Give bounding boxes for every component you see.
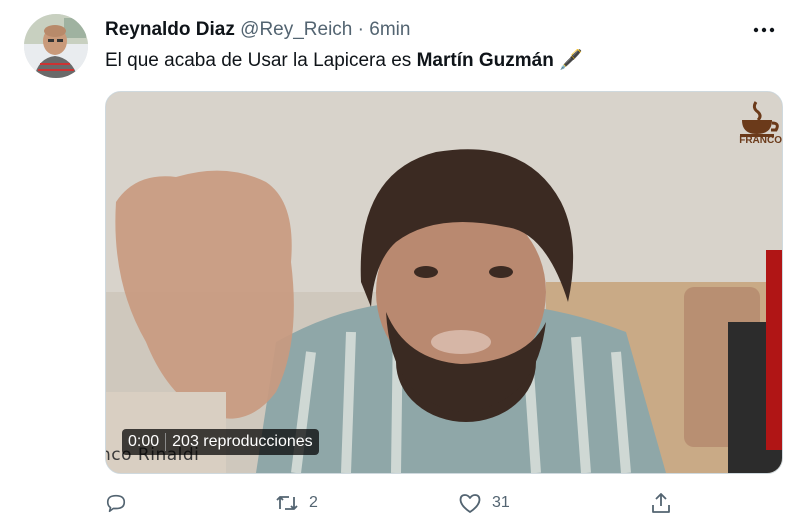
video-view-count: 203 reproducciones (172, 433, 313, 450)
avatar-photo (24, 14, 88, 78)
like-icon (459, 494, 481, 513)
retweet-count: 2 (309, 494, 318, 511)
share-icon (652, 493, 670, 513)
tweet-actions: 2 31 (105, 487, 781, 519)
tweet-time[interactable]: 6min (369, 19, 410, 40)
more-button[interactable] (750, 18, 778, 42)
tweet-text: El que acaba de Usar la Lapicera es Mart… (105, 48, 583, 74)
reply-icon (106, 494, 126, 513)
tweet-text-prefix: El que acaba de Usar la Lapicera es (105, 50, 417, 71)
retweet-button[interactable]: 2 (275, 487, 318, 519)
share-button[interactable] (650, 487, 672, 519)
dot-separator: · (357, 19, 364, 40)
retweet-icon (276, 496, 298, 510)
coffee-cup-icon (740, 101, 779, 137)
like-count: 31 (492, 494, 510, 511)
avatar[interactable] (24, 14, 88, 78)
divider (165, 433, 167, 451)
video-elapsed-time: 0:00 (128, 433, 160, 450)
video-frame (106, 92, 782, 473)
tweet-text-bold: Martín Guzmán (416, 50, 554, 71)
author-handle[interactable]: @Rey_Reich (240, 19, 352, 40)
pen-emoji: 🖋️ (559, 50, 583, 71)
channel-logo-text: FRANCO (739, 135, 782, 146)
more-icon (753, 27, 775, 33)
like-button[interactable]: 31 (458, 487, 510, 519)
video-stats-bar: 0:00 203 reproducciones (122, 429, 319, 455)
video-player[interactable]: FRANCO nco Rinaldi 0:00 203 reproduccion… (105, 91, 783, 474)
author-name[interactable]: Reynaldo Diaz (105, 19, 235, 40)
reply-button[interactable] (105, 487, 137, 519)
tweet-header: Reynaldo Diaz @Rey_Reich · 6min (105, 18, 410, 42)
